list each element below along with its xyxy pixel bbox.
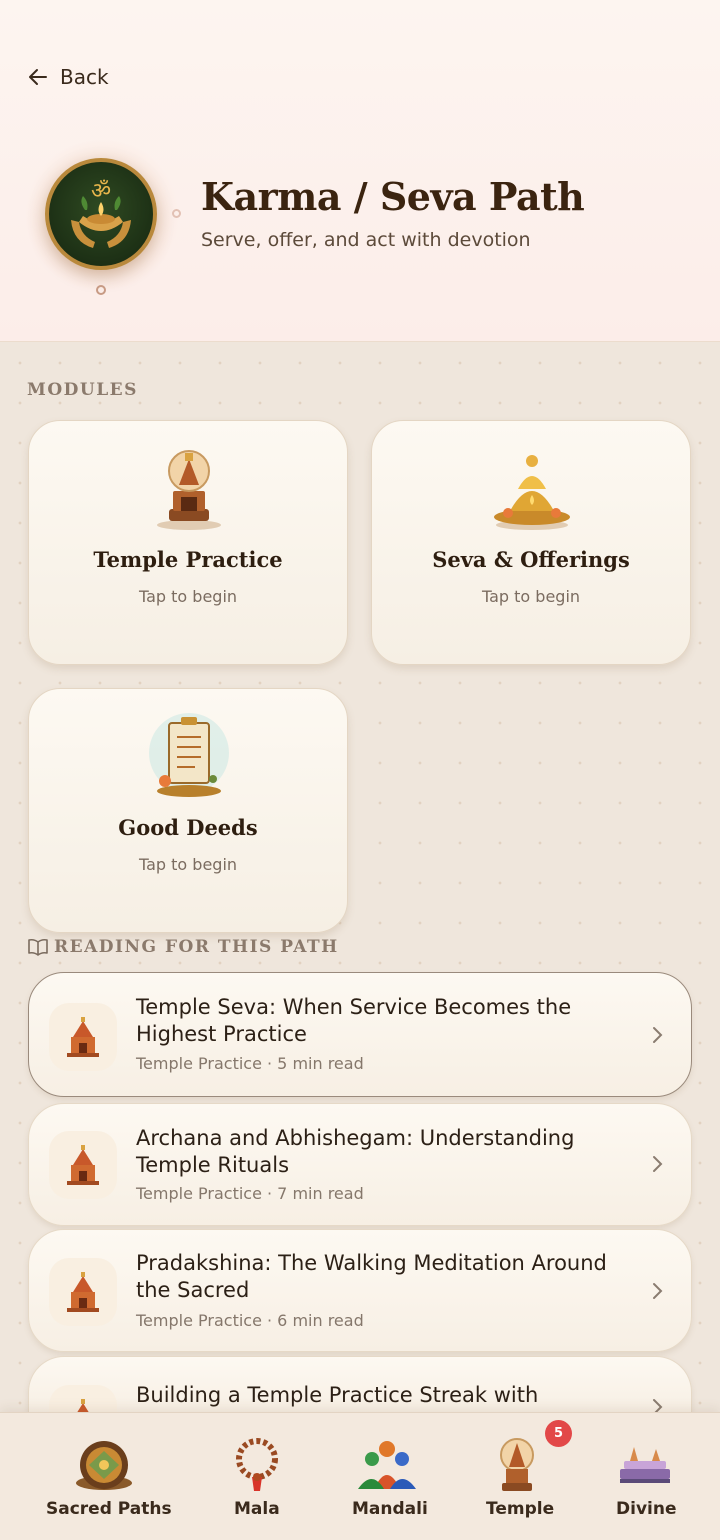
module-title: Seva & Offerings — [432, 547, 630, 572]
temple-icon — [500, 1438, 534, 1491]
article-title-line: Building a Temple Practice Streak with S… — [136, 1383, 539, 1412]
temple-shrine-icon — [67, 1017, 99, 1057]
article-card[interactable]: Temple Seva: When Service Becomes the Hi… — [28, 972, 692, 1097]
nav-label: Mandali — [352, 1499, 428, 1519]
temple-lamp-icon — [157, 450, 221, 530]
karma-path-emblem-icon: ॐ — [45, 158, 157, 270]
article-card[interactable]: Building a Temple Practice Streak with S… — [28, 1356, 692, 1412]
nav-label: Divine — [616, 1499, 677, 1519]
bottom-navigation: Sacred Paths Mala Mandali 5 Temple Divin… — [0, 1412, 720, 1540]
page-subtitle: Serve, offer, and act with devotion — [201, 229, 531, 251]
temple-shrine-icon — [67, 1145, 99, 1185]
nav-label: Temple — [486, 1499, 555, 1519]
open-book-icon — [28, 938, 48, 956]
decor-dot — [96, 285, 106, 295]
module-title: Temple Practice — [93, 547, 283, 572]
page-header: Back ॐ Karma / Seva Path Serve, offer, a… — [0, 0, 720, 342]
module-subtitle: Tap to begin — [138, 587, 238, 606]
modules-section-label: MODULES — [27, 380, 138, 400]
temple-shrine-icon — [67, 1272, 99, 1312]
page-title: Karma / Seva Path — [201, 174, 585, 219]
article-title: Building a Temple Practice Streak with S… — [136, 1382, 636, 1412]
module-card-seva-offerings[interactable]: Seva & Offerings Tap to begin — [371, 420, 691, 665]
back-label: Back — [60, 65, 109, 89]
module-subtitle: Tap to begin — [138, 855, 238, 874]
article-meta: Temple Practice · 5 min read — [136, 1054, 364, 1073]
article-thumbnail — [49, 1258, 117, 1326]
offering-pot-icon — [494, 455, 570, 530]
nav-item-divine[interactable]: Divine — [610, 1413, 680, 1540]
svg-text:ॐ: ॐ — [91, 179, 111, 204]
nav-label: Sacred Paths — [46, 1499, 172, 1519]
back-button[interactable]: Back — [26, 62, 109, 92]
checklist-icon — [149, 713, 229, 797]
article-thumbnail — [49, 1003, 117, 1071]
article-meta: Temple Practice · 7 min read — [136, 1184, 364, 1203]
nav-label: Mala — [234, 1499, 280, 1519]
chevron-right-icon — [653, 1156, 663, 1172]
temple-shrine-icon — [77, 1399, 89, 1412]
article-thumbnail — [49, 1385, 117, 1412]
article-meta: Temple Practice · 6 min read — [136, 1311, 364, 1330]
article-card[interactable]: Pradakshina: The Walking Meditation Arou… — [28, 1229, 692, 1352]
article-card[interactable]: Archana and Abhishegam: Understanding Te… — [28, 1103, 692, 1226]
article-title-line: Temple Rituals — [136, 1153, 290, 1177]
article-title-line: Highest Practice — [136, 1022, 307, 1046]
module-title: Good Deeds — [118, 815, 258, 840]
nav-item-sacred-paths[interactable]: Sacred Paths — [30, 1413, 180, 1540]
sacred-paths-icon — [76, 1441, 132, 1490]
arrow-left-icon — [29, 69, 47, 85]
reading-section-label: READING FOR THIS PATH — [54, 937, 339, 957]
article-title: Archana and Abhishegam: Understanding Te… — [136, 1125, 616, 1179]
nav-item-mandali[interactable]: Mandali — [346, 1413, 436, 1540]
nav-item-mala[interactable]: Mala — [222, 1413, 292, 1540]
module-subtitle: Tap to begin — [481, 587, 581, 606]
article-thumbnail — [49, 1131, 117, 1199]
article-title-line: Archana and Abhishegam: Understanding — [136, 1126, 575, 1150]
article-title: Temple Seva: When Service Becomes the Hi… — [136, 994, 616, 1048]
article-title: Pradakshina: The Walking Meditation Arou… — [136, 1250, 616, 1304]
decor-dot — [172, 209, 181, 218]
module-card-good-deeds[interactable]: Good Deeds Tap to begin — [28, 688, 348, 933]
divine-icon — [620, 1447, 670, 1483]
nav-item-temple[interactable]: 5 Temple — [480, 1413, 572, 1540]
chevron-right-icon — [653, 1027, 663, 1043]
mandali-group-icon — [358, 1441, 416, 1489]
notification-badge: 5 — [545, 1420, 572, 1447]
mala-beads-icon — [236, 1438, 278, 1491]
article-title-line: Pradakshina: The Walking Meditation Arou… — [136, 1251, 607, 1275]
article-title-line: the Sacred — [136, 1278, 250, 1302]
article-title-line: Temple Seva: When Service Becomes the — [136, 995, 572, 1019]
chevron-right-icon — [653, 1283, 663, 1299]
module-card-temple-practice[interactable]: Temple Practice Tap to begin — [28, 420, 348, 665]
chevron-right-icon — [653, 1399, 663, 1412]
